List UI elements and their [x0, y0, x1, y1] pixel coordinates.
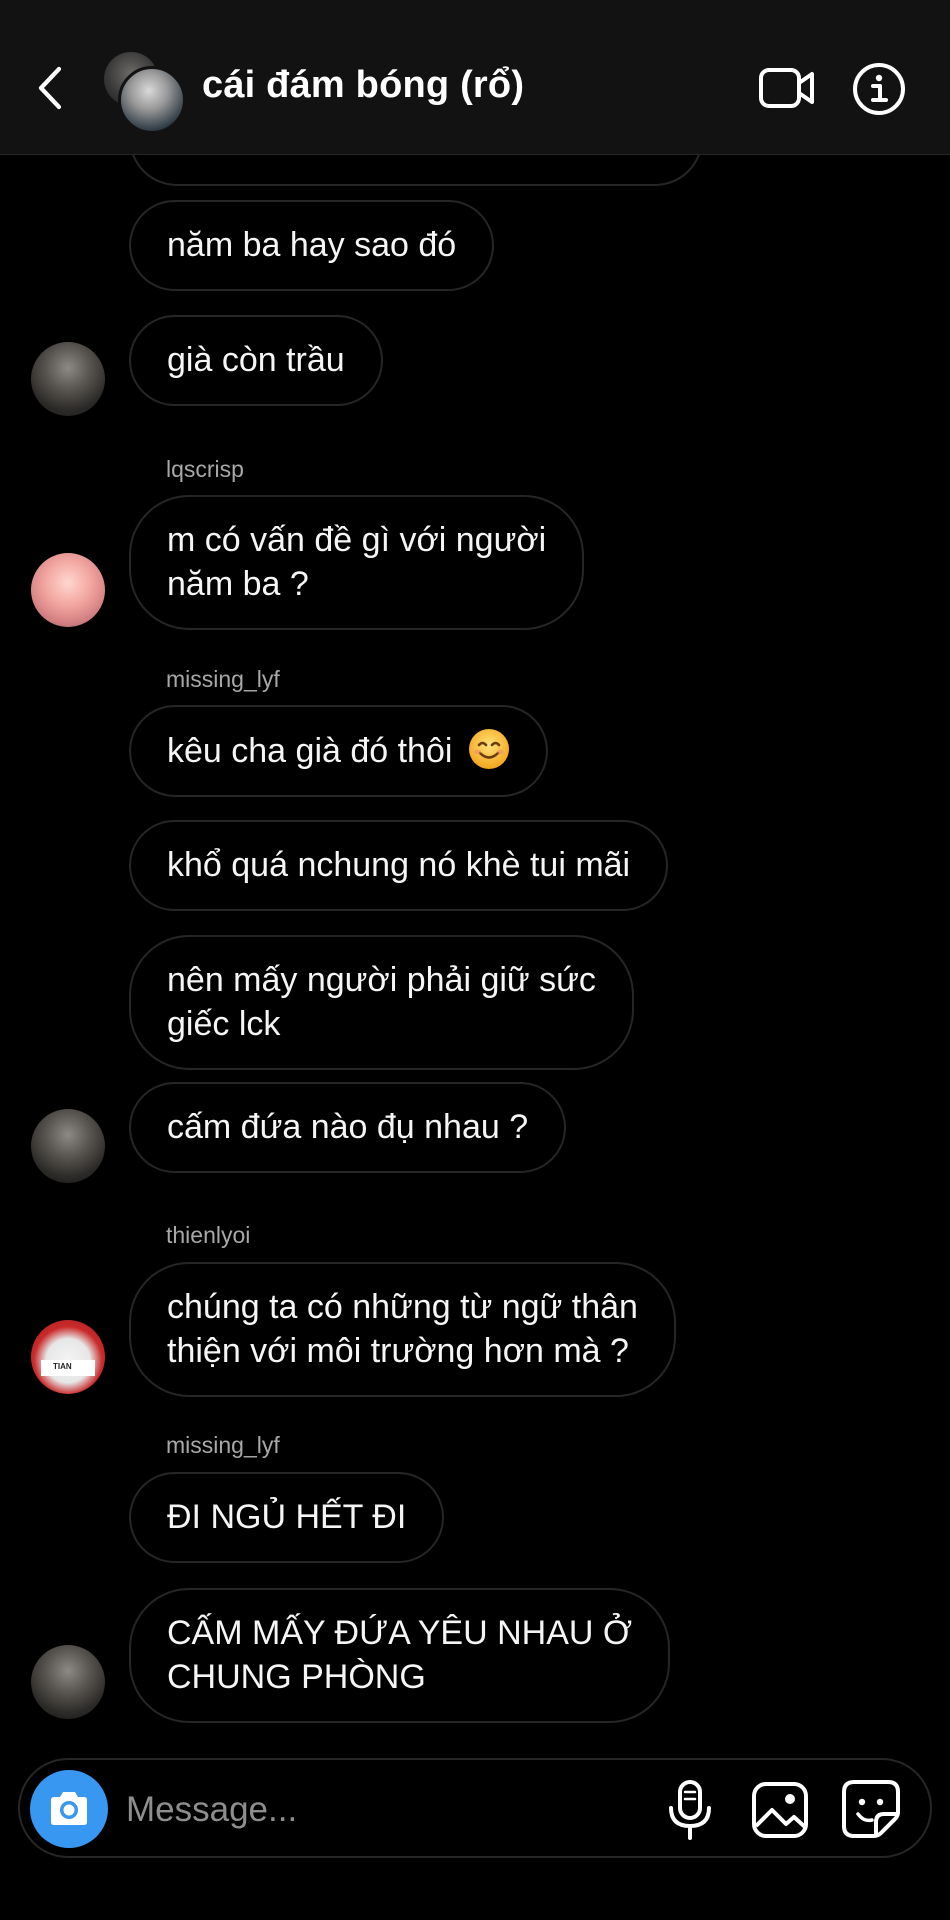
chat-header: cái đám bóng (rổ)	[0, 0, 950, 155]
message-text-line: chúng ta có những từ ngữ thân	[167, 1288, 638, 1326]
gallery-button[interactable]	[750, 1780, 810, 1840]
message-bubble[interactable]: m có vấn đề gì với người năm ba ?	[129, 495, 585, 630]
message-bubble[interactable]: năm ba hay sao đó	[129, 200, 495, 291]
sender-name: missing_lyf	[166, 666, 280, 692]
message-text-line: giếc lck	[167, 1005, 281, 1043]
message-text-line: CHUNG PHÒNG	[167, 1658, 426, 1696]
smiling-face-icon	[468, 729, 509, 769]
message-bubble[interactable]: kêu cha già đó thôi	[129, 705, 548, 797]
avatar-label: TIAN	[53, 1362, 72, 1371]
sender-name: lqscrisp	[166, 456, 244, 482]
message-bubble[interactable]: CẤM MẤY ĐỨA YÊU NHAU Ở CHUNG PHÒNG	[129, 1588, 671, 1723]
message-bubble[interactable]: già còn trầu	[129, 315, 383, 406]
info-icon	[853, 63, 905, 115]
avatar	[118, 66, 186, 134]
avatar[interactable]	[31, 1645, 105, 1719]
message-text: cấm đứa nào đụ nhau ?	[167, 1108, 529, 1146]
message-text-line: CẤM MẤY ĐỨA YÊU NHAU Ở	[167, 1614, 633, 1652]
message-text-line: m có vấn đề gì với người	[167, 521, 547, 559]
message-bubble[interactable]: khổ quá nchung nó khè tui mãi	[129, 820, 669, 911]
avatar[interactable]: TIAN	[31, 1320, 105, 1394]
sticker-button[interactable]	[840, 1778, 902, 1840]
message-bubble[interactable]: nên mấy người phải giữ sức giếc lck	[129, 935, 634, 1070]
message-bubble[interactable]: chúng ta có những từ ngữ thân thiện với …	[129, 1262, 676, 1397]
video-camera-icon	[759, 68, 814, 108]
chat-screen: năm ba hay sao đó già còn trầu lqscrisp …	[0, 0, 950, 1920]
message-text: ĐI NGỦ HẾT ĐI	[167, 1498, 407, 1536]
message-text: già còn trầu	[167, 341, 345, 379]
message-input[interactable]	[124, 1782, 648, 1838]
message-text-line: năm ba ?	[167, 565, 309, 603]
message-text-line: thiện với môi trường hơn mà ?	[167, 1332, 629, 1370]
image-gallery-icon	[752, 1782, 808, 1838]
sender-name: missing_lyf	[166, 1432, 280, 1458]
message-composer	[18, 1758, 932, 1858]
microphone-icon	[669, 1780, 711, 1840]
video-call-button[interactable]	[758, 66, 816, 110]
info-button[interactable]	[852, 62, 906, 116]
message-bubble[interactable]: cấm đứa nào đụ nhau ?	[129, 1082, 567, 1173]
message-text: kêu cha già đó thôi	[167, 732, 453, 770]
message-bubble[interactable]: ĐI NGỦ HẾT ĐI	[129, 1472, 445, 1563]
back-button[interactable]	[30, 60, 70, 116]
message-text-line: nên mấy người phải giữ sức	[167, 961, 596, 999]
group-avatar[interactable]	[104, 52, 186, 134]
message-text: khổ quá nchung nó khè tui mãi	[167, 846, 631, 884]
avatar[interactable]	[31, 342, 105, 416]
avatar[interactable]	[31, 553, 105, 627]
camera-button[interactable]	[30, 1770, 108, 1848]
avatar[interactable]	[31, 1109, 105, 1183]
chat-title[interactable]: cái đám bóng (rổ)	[202, 64, 524, 107]
sticker-icon	[842, 1780, 900, 1838]
microphone-button[interactable]	[660, 1778, 720, 1842]
message-text: năm ba hay sao đó	[167, 226, 457, 264]
chevron-left-icon	[38, 66, 62, 110]
camera-icon	[51, 1792, 87, 1825]
message-thread[interactable]: năm ba hay sao đó già còn trầu lqscrisp …	[0, 0, 950, 1760]
sender-name: thienlyoi	[166, 1222, 251, 1248]
